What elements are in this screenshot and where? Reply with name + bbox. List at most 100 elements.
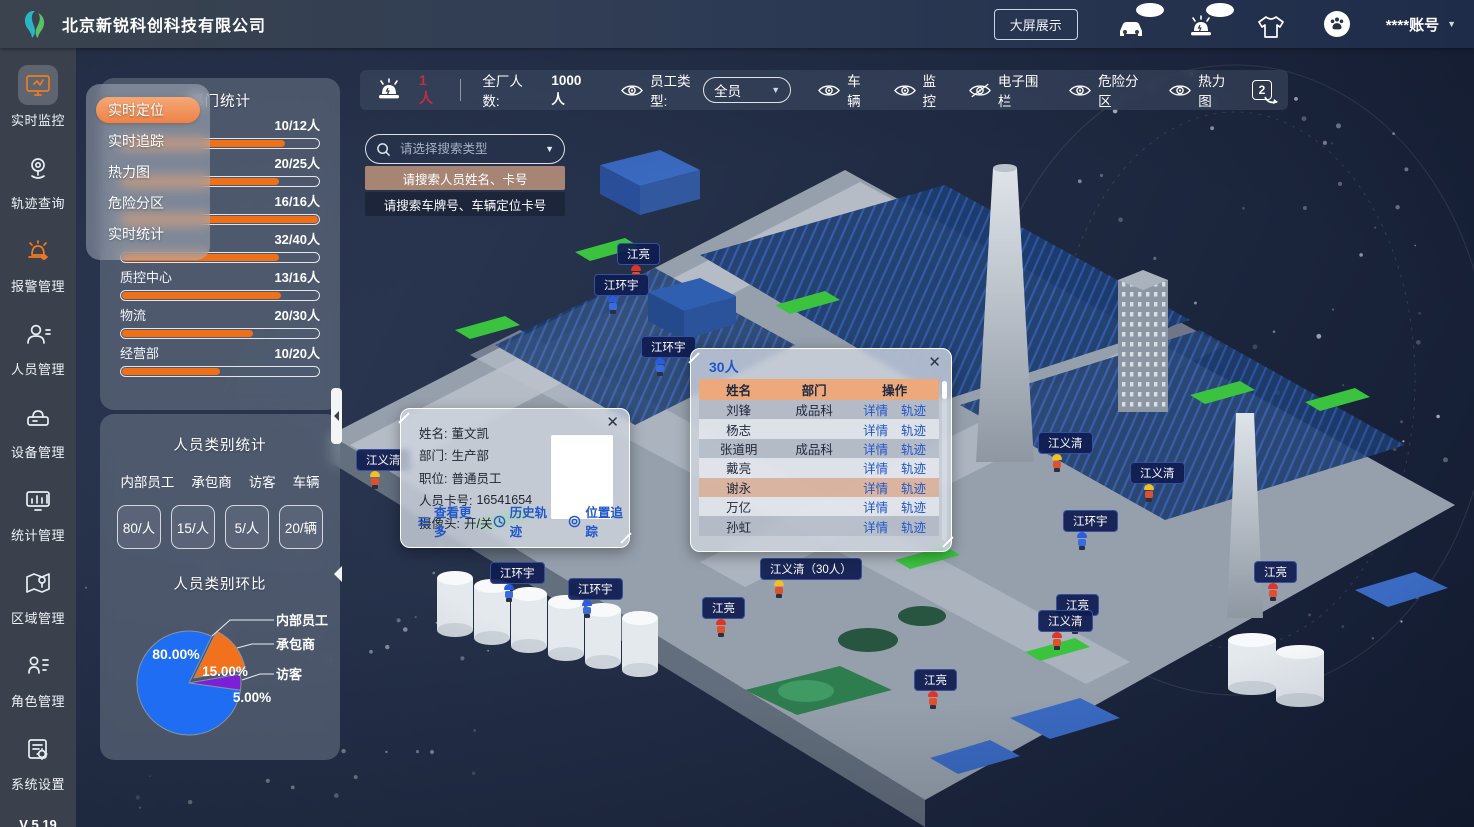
collapse-handle[interactable] — [331, 388, 342, 444]
account-menu[interactable]: ****账号 ▼ — [1386, 14, 1456, 35]
worker-figure-red[interactable] — [1268, 583, 1278, 600]
worker-figure-red[interactable] — [928, 691, 938, 708]
worker-figure-yellow[interactable] — [1052, 454, 1062, 471]
big-screen-button[interactable]: 大屏展示 — [994, 9, 1078, 40]
worker-label[interactable]: 江亮 — [617, 243, 660, 265]
worker-figure-blue[interactable] — [608, 296, 618, 313]
layer-toggle-危险分区[interactable]: 危险分区 — [1069, 70, 1145, 110]
worker-figure-blue[interactable] — [655, 358, 665, 375]
sidebar-item-区域管理[interactable]: 区域管理 — [11, 554, 65, 637]
detail-link[interactable]: 详情 — [863, 458, 888, 477]
row-name: 谢永 — [699, 478, 778, 497]
search-option[interactable]: 请搜索人员姓名、卡号 — [365, 166, 565, 190]
track-link[interactable]: 轨迹 — [901, 439, 926, 458]
track-link[interactable]: 轨迹 — [901, 517, 926, 536]
alarm-person-count[interactable]: 1人 — [419, 72, 439, 108]
track-link[interactable]: 轨迹 — [901, 478, 926, 497]
sidebar-item-轨迹查询[interactable]: 轨迹查询 — [11, 139, 65, 222]
track-link[interactable]: 轨迹 — [901, 400, 926, 419]
detail-link[interactable]: 详情 — [863, 478, 888, 497]
department-count: 16/16人 — [274, 191, 320, 210]
worker-label[interactable]: 江亮 — [702, 597, 745, 619]
detail-link[interactable]: 详情 — [863, 420, 888, 439]
detail-link[interactable]: 详情 — [863, 517, 888, 536]
worker-label[interactable]: 江义清 — [1038, 432, 1093, 454]
bar-fill — [122, 368, 220, 375]
search-box[interactable]: ▼ — [365, 134, 565, 164]
worker-figure-yellow[interactable] — [1144, 484, 1154, 501]
worker-legs — [657, 372, 663, 376]
person-action-查看更多[interactable]: 查看更多 — [417, 502, 478, 540]
person-field-row: 姓名:董文凯 — [419, 421, 532, 444]
app-header: 北京新锐科创科技有限公司 大屏展示 — [0, 0, 1474, 48]
person-field-value: 董文凯 — [451, 423, 489, 442]
detail-link[interactable]: 详情 — [863, 400, 888, 419]
detail-link[interactable]: 详情 — [863, 439, 888, 458]
bar-track — [120, 328, 320, 339]
worker-label[interactable]: 江义清 — [1038, 610, 1093, 632]
worker-label[interactable]: 江环宇 — [641, 336, 696, 358]
worker-label[interactable]: 江亮 — [1254, 561, 1297, 583]
worker-label[interactable]: 江环宇 — [1063, 510, 1118, 532]
submenu-item-危险分区[interactable]: 危险分区 — [96, 190, 200, 216]
sidebar-item-人员管理[interactable]: 人员管理 — [11, 305, 65, 388]
category-count-box[interactable]: 80/人 — [117, 505, 161, 549]
track-link[interactable]: 轨迹 — [901, 497, 926, 516]
eye-icon[interactable] — [621, 83, 643, 98]
worker-label[interactable]: 江亮 — [914, 669, 957, 691]
vehicle-alert-icon[interactable] — [1114, 9, 1148, 39]
worker-figure-blue[interactable] — [1077, 532, 1087, 549]
worker-figure-red[interactable] — [1052, 632, 1062, 649]
worker-helmet — [1077, 532, 1087, 538]
dimension-toggle-2d[interactable]: 2 — [1252, 80, 1272, 100]
clothes-icon[interactable] — [1254, 9, 1288, 39]
worker-body — [505, 591, 513, 598]
employee-type-select[interactable]: 全员 ▼ — [703, 77, 791, 103]
alarm-alert-bubble — [1206, 3, 1234, 17]
sidebar-item-实时监控[interactable]: 实时监控 — [11, 56, 65, 139]
collapse-arrow[interactable] — [326, 566, 342, 582]
sidebar-item-设备管理[interactable]: 设备管理 — [11, 388, 65, 471]
category-count-box[interactable]: 15/人 — [171, 505, 215, 549]
scrollbar[interactable] — [942, 381, 947, 541]
worker-label[interactable]: 江义清（30人） — [760, 558, 862, 580]
submenu-item-热力图[interactable]: 热力图 — [96, 159, 200, 185]
search-option[interactable]: 请搜索车牌号、车辆定位卡号 — [365, 192, 565, 216]
layer-toggle-电子围栏[interactable]: 电子围栏 — [969, 70, 1045, 110]
layer-toggle-监控[interactable]: 监控 — [894, 70, 945, 110]
person-field-row: 部门:生产部 — [419, 444, 532, 467]
track-link[interactable]: 轨迹 — [901, 420, 926, 439]
search-input[interactable] — [398, 141, 538, 157]
close-icon[interactable]: ✕ — [928, 355, 941, 370]
category-count-box[interactable]: 5/人 — [225, 505, 269, 549]
worker-label[interactable]: 江环宇 — [568, 578, 623, 600]
worker-body — [656, 365, 664, 372]
sidebar-item-报警管理[interactable]: 报警管理 — [11, 222, 65, 305]
layer-toggle-热力图[interactable]: 热力图 — [1169, 70, 1233, 110]
alarm-alert-icon[interactable] — [1184, 9, 1218, 39]
target-icon — [568, 515, 581, 528]
submenu-item-实时统计[interactable]: 实时统计 — [96, 221, 200, 247]
person-action-历史轨迹[interactable]: 历史轨迹 — [493, 502, 554, 540]
category-count-box[interactable]: 20/辆 — [279, 505, 323, 549]
submenu-item-实时追踪[interactable]: 实时追踪 — [96, 128, 200, 154]
worker-label[interactable]: 江环宇 — [490, 562, 545, 584]
worker-figure-blue[interactable] — [504, 584, 514, 601]
person-action-位置追踪[interactable]: 位置追踪 — [568, 502, 629, 540]
worker-figure-yellow[interactable] — [774, 580, 784, 597]
department-count: 20/30人 — [274, 305, 320, 324]
worker-label[interactable]: 江环宇 — [594, 274, 649, 296]
detail-link[interactable]: 详情 — [863, 497, 888, 516]
paw-account-icon[interactable] — [1324, 11, 1350, 37]
sidebar-item-统计管理[interactable]: 统计管理 — [11, 471, 65, 554]
track-link[interactable]: 轨迹 — [901, 458, 926, 477]
worker-label[interactable]: 江义清 — [1130, 462, 1185, 484]
layer-toggle-车辆[interactable]: 车辆 — [818, 70, 869, 110]
sidebar-item-系统设置[interactable]: 系统设置 — [11, 720, 65, 803]
worker-figure-yellow[interactable] — [370, 471, 380, 488]
worker-figure-red[interactable] — [716, 619, 726, 636]
worker-figure-blue[interactable] — [582, 600, 592, 617]
submenu-item-实时定位[interactable]: 实时定位 — [96, 97, 200, 123]
close-icon[interactable]: ✕ — [606, 415, 619, 430]
sidebar-item-角色管理[interactable]: 角色管理 — [11, 637, 65, 720]
